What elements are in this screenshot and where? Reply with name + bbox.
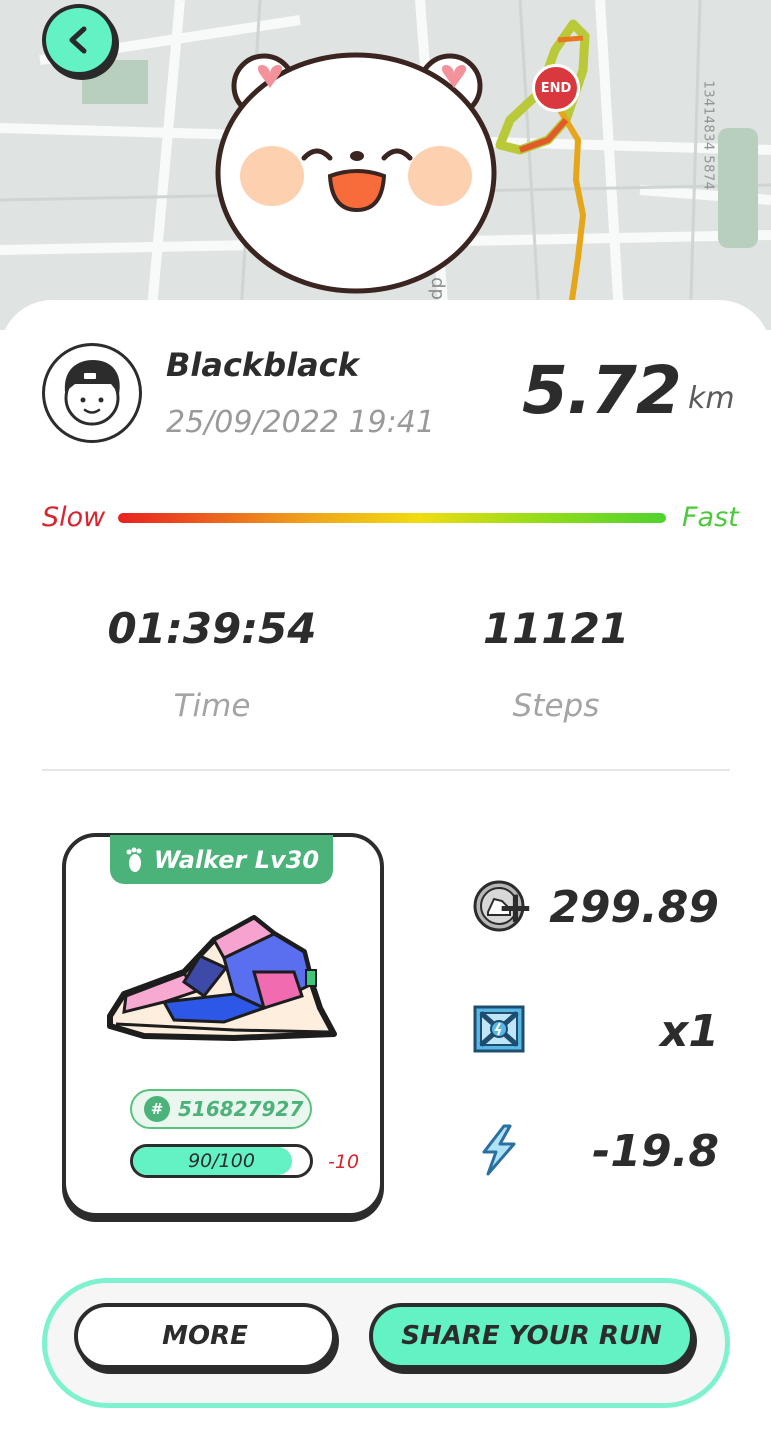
bear-mascot-icon — [215, 52, 497, 294]
durability-delta: -10 — [328, 1151, 360, 1173]
mystery-box-count: x1 — [660, 1006, 719, 1057]
gst-earned-value: + 299.89 — [497, 882, 719, 933]
user-avatar-icon — [64, 360, 120, 426]
energy-bolt-icon — [482, 1124, 516, 1176]
back-button[interactable] — [42, 4, 116, 76]
sneaker-level-tag: Walker Lv30 — [110, 835, 333, 884]
divider — [42, 769, 730, 771]
map-id-label: 13414834 5874 — [700, 80, 716, 191]
sneaker-level-label: Walker Lv30 — [153, 845, 320, 874]
distance-unit: km — [688, 381, 735, 416]
mystery-box-icon — [473, 1005, 525, 1053]
speed-legend-slow: Slow — [42, 502, 106, 533]
sneaker-image-icon — [107, 915, 337, 1041]
more-button[interactable]: MORE — [74, 1303, 336, 1369]
avatar[interactable] — [42, 343, 142, 443]
distance-value: 5.72 — [522, 352, 682, 429]
sneaker-id: 516827927 — [178, 1097, 304, 1121]
sneaker-id-hash: # — [144, 1096, 170, 1122]
route-end-marker: END — [532, 64, 580, 112]
energy-used-value: -19.8 — [592, 1126, 719, 1177]
speed-gradient-bar — [118, 513, 666, 523]
chevron-left-icon — [69, 26, 87, 54]
durability-text: 90/100 — [188, 1150, 255, 1172]
time-label: Time — [173, 688, 251, 724]
run-datetime: 25/09/2022 19:41 — [166, 405, 435, 440]
share-run-button[interactable]: SHARE YOUR RUN — [369, 1303, 694, 1369]
username: Blackblack — [166, 346, 359, 384]
time-value: 01:39:54 — [107, 604, 317, 653]
steps-value: 11121 — [482, 604, 630, 653]
sneaker-id-badge: # 516827927 — [130, 1089, 312, 1129]
speed-legend-fast: Fast — [682, 502, 739, 533]
durability-bar: 90/100 — [130, 1144, 313, 1178]
steps-label: Steps — [512, 688, 600, 724]
footprint-icon — [126, 847, 142, 872]
